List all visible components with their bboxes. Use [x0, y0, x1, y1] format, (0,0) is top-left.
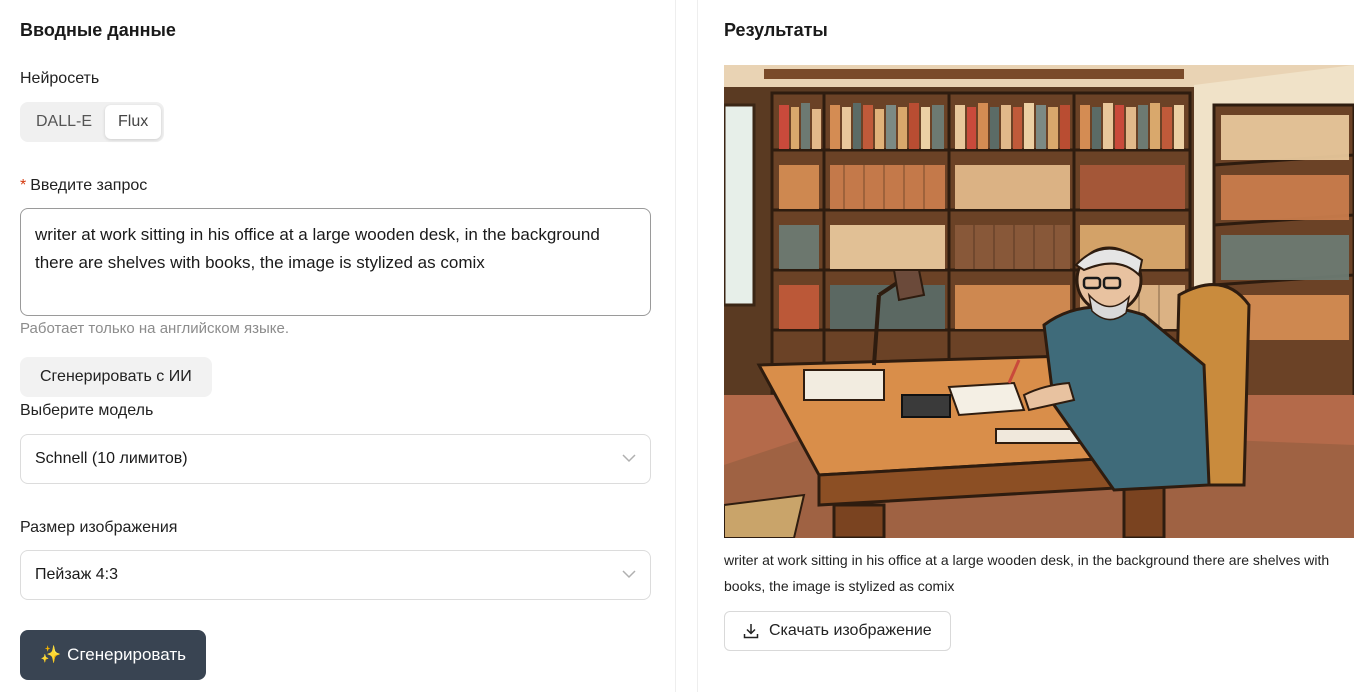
network-segmented-control: DALL-E Flux [20, 102, 165, 142]
prompt-textarea[interactable]: writer at work sitting in his office at … [20, 208, 651, 316]
prompt-label-text: Введите запрос [30, 177, 148, 194]
model-select[interactable]: Schnell (10 лимитов) [20, 434, 651, 484]
input-panel: Вводные данные Нейросеть DALL-E Flux * Вв… [0, 0, 676, 692]
results-panel-title: Результаты [724, 20, 828, 40]
size-select[interactable]: Пейзаж 4:3 [20, 550, 651, 600]
network-label: Нейросеть [20, 70, 100, 87]
results-panel: Результаты writer at work sitting in his… [697, 0, 1370, 692]
sparkles-icon: ✨ [40, 645, 62, 664]
comic-illustration-icon [724, 65, 1354, 538]
size-select-value: Пейзаж 4:3 [35, 566, 118, 583]
size-label: Размер изображения [20, 519, 178, 536]
chevron-down-icon [622, 570, 636, 579]
generate-button[interactable]: ✨ Сгенерировать [20, 630, 206, 680]
download-icon [743, 624, 759, 639]
chevron-down-icon [622, 454, 636, 463]
model-select-value: Schnell (10 лимитов) [35, 450, 188, 467]
ai-generate-prompt-button[interactable]: Сгенерировать с ИИ [20, 357, 212, 397]
required-mark: * [20, 177, 27, 194]
prompt-label: * Введите запрос [20, 177, 147, 195]
model-label: Выберите модель [20, 402, 154, 419]
network-option-flux[interactable]: Flux [105, 105, 162, 139]
result-image [724, 65, 1354, 538]
network-option-dalle[interactable]: DALL-E [23, 105, 105, 139]
prompt-hint: Работает только на английском языке. [20, 320, 290, 337]
generate-button-label: Сгенерировать [67, 645, 186, 664]
download-button-label: Скачать изображение [769, 622, 932, 639]
input-panel-title: Вводные данные [20, 20, 176, 40]
result-caption: writer at work sitting in his office at … [724, 552, 1330, 594]
download-image-button[interactable]: Скачать изображение [724, 611, 951, 651]
